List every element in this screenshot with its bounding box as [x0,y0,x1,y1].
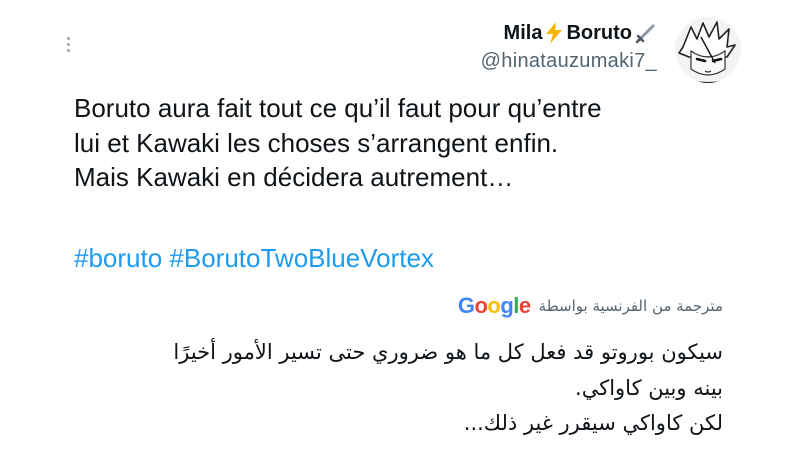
author-display-name[interactable]: Mila [504,22,543,45]
tweet-text: Boruto aura fait tout ce qu’il faut pour… [74,93,602,192]
avatar-artwork [675,17,741,83]
tweet-hashtags: #boruto #BorutoTwoBlueVortex [74,243,434,274]
translation-attribution: مترجمة من الفرنسية بواسطة Google [458,293,723,319]
google-logo-icon[interactable]: Google [458,293,531,319]
author-name-row[interactable]: Mila Boruto [481,18,657,48]
tweet-author[interactable]: Mila Boruto @hinatauzumaki7_ [481,18,657,73]
translated-line: سيكون بوروتو قد فعل كل ما هو ضروري حتى ت… [173,340,723,364]
translated-text: سيكون بوروتو قد فعل كل ما هو ضروري حتى ت… [43,335,723,442]
translation-label: مترجمة من الفرنسية بواسطة [538,297,723,315]
lightning-emoji-icon [546,22,563,44]
translated-line: بينه وبين كاواكي. [575,375,723,400]
hashtag-link[interactable]: #boruto [74,243,162,273]
more-options-icon[interactable] [58,30,78,58]
profile-avatar-icon[interactable] [675,17,741,83]
sword-emoji-icon [635,24,655,44]
translated-line: لكن كاواكي سيقرر غير ذلك... [463,411,723,435]
hashtag-link[interactable]: #BorutoTwoBlueVortex [169,243,434,273]
author-display-name-suffix[interactable]: Boruto [566,22,632,45]
author-handle[interactable]: @hinatauzumaki7_ [481,50,657,73]
